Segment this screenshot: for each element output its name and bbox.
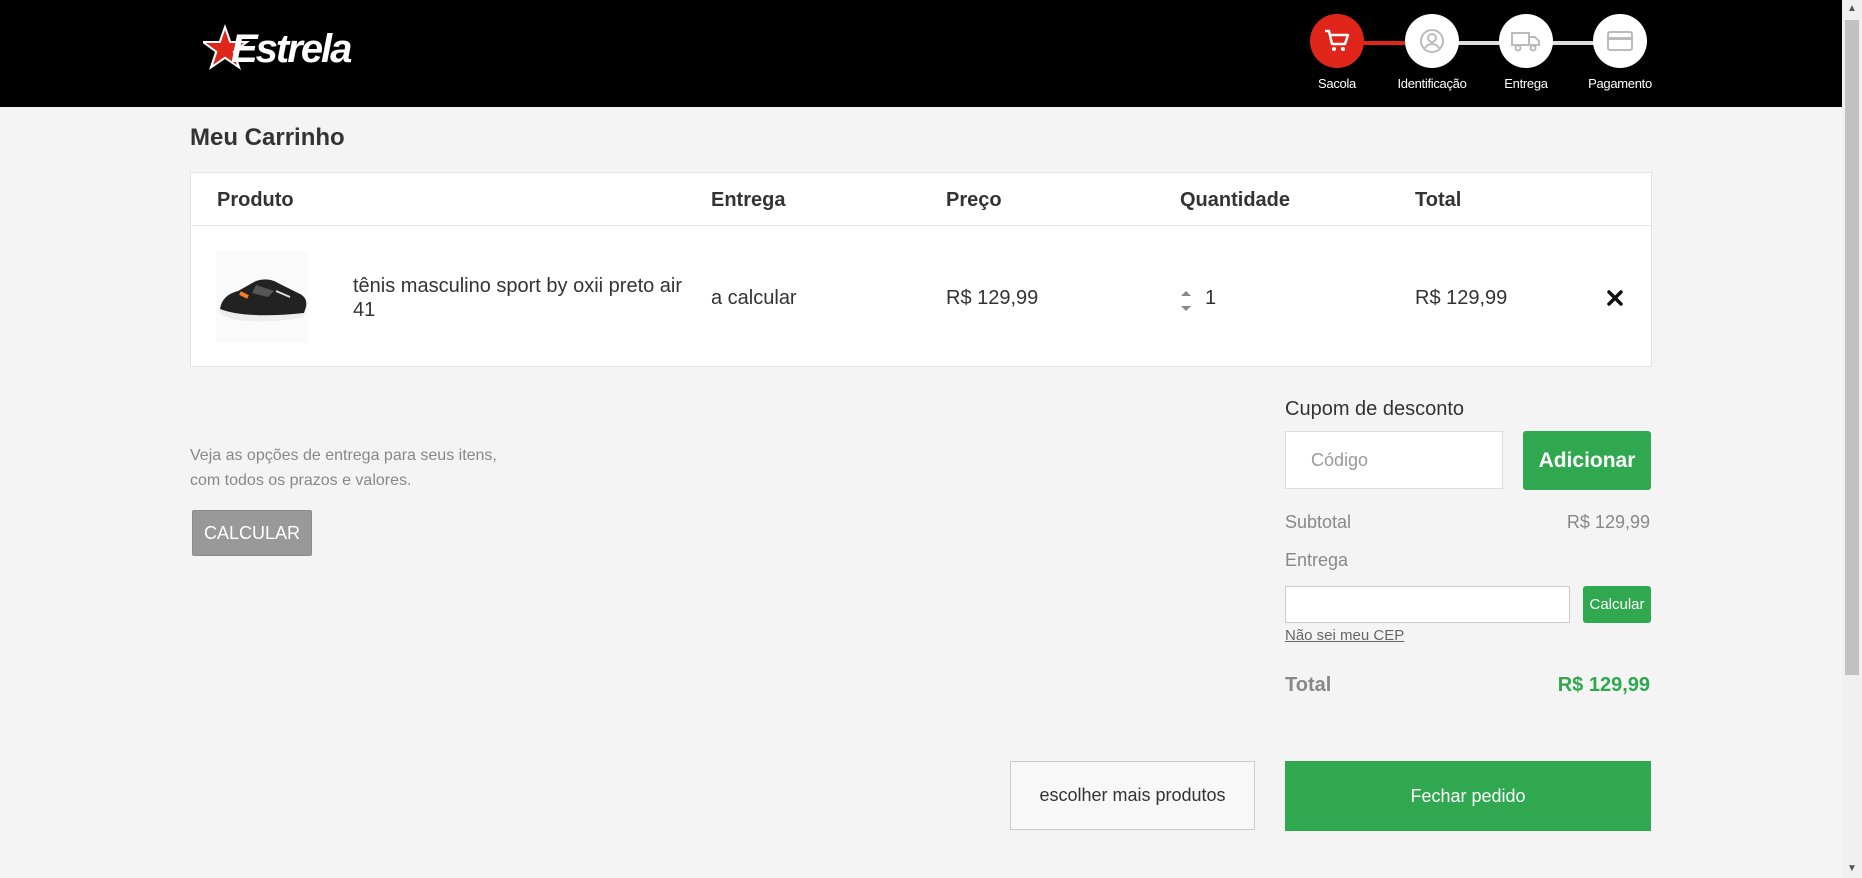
subtotal-label: Subtotal bbox=[1285, 512, 1352, 532]
delivery-label: Entrega bbox=[1285, 550, 1349, 570]
cep-input[interactable] bbox=[1285, 586, 1570, 623]
step-label: Identificação bbox=[1397, 76, 1467, 91]
cart-table: Produto Entrega Preço Quantidade Total t… bbox=[190, 172, 1652, 367]
user-icon bbox=[1405, 14, 1459, 68]
calculate-shipping-button[interactable]: CALCULAR bbox=[192, 510, 312, 556]
subtotal-value: R$ 129,99 bbox=[1566, 512, 1650, 532]
chevron-down-icon bbox=[1181, 306, 1191, 311]
delivery-value: a calcular bbox=[711, 287, 797, 309]
step-identificacao[interactable]: Identificação bbox=[1382, 14, 1482, 91]
step-pagamento[interactable]: Pagamento bbox=[1570, 14, 1670, 91]
coupon-label: Cupom de desconto bbox=[1285, 398, 1465, 420]
scroll-up-icon[interactable]: ▲ bbox=[1842, 0, 1862, 18]
table-row: tênis masculino sport by oxii preto air … bbox=[191, 226, 1651, 366]
column-header-quantidade: Quantidade bbox=[1180, 189, 1291, 211]
scrollbar-thumb[interactable] bbox=[1845, 20, 1859, 675]
column-header-total: Total bbox=[1415, 189, 1462, 211]
add-coupon-button[interactable]: Adicionar bbox=[1523, 431, 1651, 490]
column-header-entrega: Entrega bbox=[711, 189, 786, 211]
column-header-preco: Preço bbox=[946, 189, 1002, 211]
continue-shopping-button[interactable]: escolher mais produtos bbox=[1010, 761, 1255, 830]
order-total-value: R$ 129,99 bbox=[1557, 674, 1650, 696]
step-entrega[interactable]: Entrega bbox=[1476, 14, 1576, 91]
page-title: Meu Carrinho bbox=[190, 124, 345, 151]
column-header-produto: Produto bbox=[217, 189, 294, 211]
shipping-info-text: Veja as opções de entrega para seus iten… bbox=[190, 447, 497, 489]
total-value: R$ 129,99 bbox=[1415, 287, 1508, 309]
product-name[interactable]: tênis masculino sport by oxii preto air … bbox=[353, 274, 693, 322]
chevron-up-icon bbox=[1181, 291, 1191, 296]
unknown-cep-link[interactable]: Não sei meu CEP bbox=[1285, 627, 1404, 644]
quantity-value[interactable]: 1 bbox=[1205, 287, 1216, 310]
step-sacola[interactable]: Sacola bbox=[1287, 14, 1387, 91]
checkout-button[interactable]: Fechar pedido bbox=[1285, 761, 1651, 831]
checkout-steps: Sacola Identificação Entrega Pagamento bbox=[1310, 14, 1670, 94]
total-label: Total bbox=[1285, 674, 1332, 696]
logo-text: Estrela bbox=[231, 27, 352, 71]
truck-icon bbox=[1499, 14, 1553, 68]
cart-icon bbox=[1310, 14, 1364, 68]
quantity-stepper[interactable] bbox=[1179, 286, 1193, 316]
estrela-logo[interactable]: Estrela bbox=[203, 22, 383, 78]
step-label: Entrega bbox=[1504, 76, 1548, 91]
close-icon bbox=[1607, 290, 1623, 306]
calculate-cep-button[interactable]: Calcular bbox=[1583, 586, 1651, 623]
price-value: R$ 129,99 bbox=[946, 287, 1039, 309]
scroll-down-icon[interactable]: ▼ bbox=[1842, 860, 1862, 878]
step-label: Sacola bbox=[1318, 76, 1356, 91]
remove-item-button[interactable] bbox=[1607, 286, 1623, 312]
product-image[interactable] bbox=[216, 251, 308, 343]
top-header: Estrela Sacola Identificação Entrega Pag… bbox=[0, 0, 1842, 107]
vertical-scrollbar[interactable]: ▲ ▼ bbox=[1842, 0, 1862, 878]
coupon-input[interactable] bbox=[1285, 431, 1503, 489]
card-icon bbox=[1593, 14, 1647, 68]
step-label: Pagamento bbox=[1588, 76, 1652, 91]
table-header: Produto Entrega Preço Quantidade Total bbox=[191, 173, 1651, 226]
